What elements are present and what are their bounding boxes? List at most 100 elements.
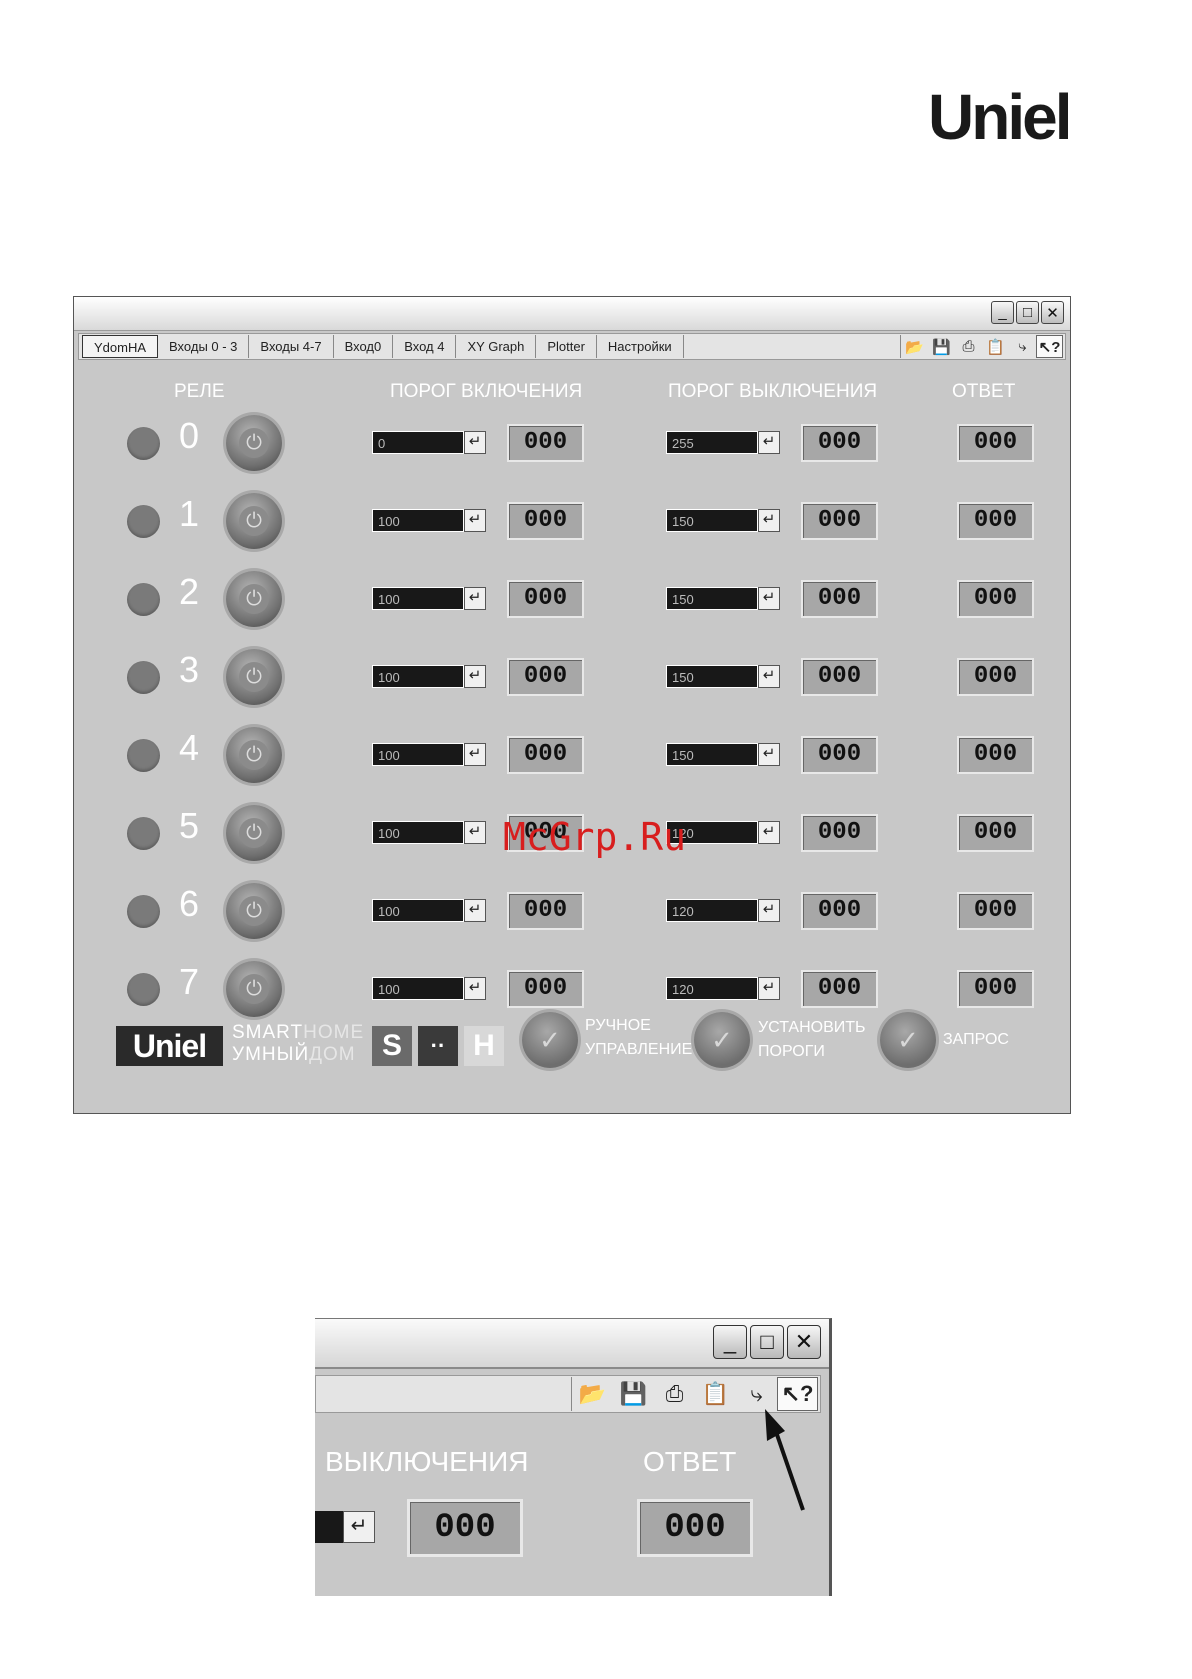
- off-threshold-input[interactable]: 120: [666, 899, 758, 922]
- relay-number: 0: [179, 415, 200, 456]
- set-thresholds-label: УСТАНОВИТЬ ПОРОГИ: [758, 1019, 866, 1060]
- on-threshold-display: 000: [507, 502, 584, 540]
- h-badge: H: [464, 1026, 504, 1066]
- on-threshold-input[interactable]: 100: [372, 665, 464, 688]
- title-bar: _ □ ✕: [74, 297, 1070, 331]
- on-threshold-input[interactable]: 100: [372, 743, 464, 766]
- open-folder-icon[interactable]: 📂: [901, 335, 928, 358]
- save-icon[interactable]: 💾: [928, 335, 955, 358]
- on-threshold-display: 000: [507, 424, 584, 462]
- enter-button[interactable]: ↵: [464, 977, 486, 1000]
- help-pointer-icon[interactable]: ↖?: [1036, 335, 1063, 358]
- on-threshold-input[interactable]: 100: [372, 899, 464, 922]
- power-icon: ⏻: [239, 584, 269, 614]
- relay-row: 0 ⏻ 0 ↵ 000 255 ↵ 000 000: [74, 413, 1070, 473]
- minimize-button[interactable]: _: [991, 301, 1014, 324]
- enter-button[interactable]: ↵: [758, 899, 780, 922]
- enter-button[interactable]: ↵: [758, 509, 780, 532]
- relay-row: 6 ⏻ 100 ↵ 000 120 ↵ 000 000: [74, 881, 1070, 941]
- relay-row: 4 ⏻ 100 ↵ 000 150 ↵ 000 000: [74, 725, 1070, 785]
- tab-xy-graph[interactable]: XY Graph: [456, 335, 537, 358]
- off-threshold-display: 000: [801, 424, 878, 462]
- print-icon[interactable]: ⎙: [955, 335, 982, 358]
- response-display: 000: [957, 736, 1034, 774]
- minimize-button[interactable]: _: [713, 1325, 747, 1359]
- maximize-button[interactable]: □: [1016, 301, 1039, 324]
- tab-inputs-0-3[interactable]: Входы 0 - 3: [158, 335, 250, 358]
- relay-row: 2 ⏻ 100 ↵ 000 150 ↵ 000 000: [74, 569, 1070, 629]
- enter-button[interactable]: ↵: [464, 431, 486, 454]
- on-threshold-input[interactable]: 100: [372, 821, 464, 844]
- on-threshold-input[interactable]: 0: [372, 431, 464, 454]
- off-threshold-input[interactable]: 150: [666, 587, 758, 610]
- tab-strip: YdomHA Входы 0 - 3 Входы 4-7 Вход0 Вход …: [82, 335, 684, 358]
- tab-plotter[interactable]: Plotter: [536, 335, 597, 358]
- close-button[interactable]: ✕: [1041, 301, 1064, 324]
- clipboard-icon[interactable]: 📋: [982, 335, 1009, 358]
- zoom-header-response: ОТВЕТ: [643, 1446, 737, 1477]
- tab-input-0[interactable]: Вход0: [334, 335, 394, 358]
- relay-number: 4: [179, 727, 200, 768]
- power-button[interactable]: ⏻: [226, 571, 282, 627]
- enter-button[interactable]: ↵: [464, 509, 486, 532]
- off-threshold-input[interactable]: 120: [666, 977, 758, 1000]
- zoom-threshold-input[interactable]: [315, 1511, 343, 1543]
- relay-row: 1 ⏻ 100 ↵ 000 150 ↵ 000 000: [74, 491, 1070, 551]
- print-icon[interactable]: ⎙: [654, 1377, 695, 1411]
- status-led: [127, 739, 160, 772]
- save-icon[interactable]: 💾: [613, 1377, 654, 1411]
- off-threshold-input[interactable]: 150: [666, 665, 758, 688]
- zoom-enter-button[interactable]: ↵: [343, 1511, 375, 1543]
- off-threshold-input[interactable]: 255: [666, 431, 758, 454]
- footer-bar: Uniel SMARTHOME УМНЫЙДОМ S ·· H ✓ РУЧНОЕ…: [74, 1002, 1070, 1082]
- relay-number: 3: [179, 649, 200, 690]
- arrow-icon: [765, 1409, 805, 1511]
- off-threshold-input[interactable]: 150: [666, 509, 758, 532]
- manual-control-button[interactable]: ✓: [522, 1012, 578, 1068]
- enter-button[interactable]: ↵: [758, 821, 780, 844]
- enter-button[interactable]: ↵: [464, 821, 486, 844]
- header-on-threshold: ПОРОГ ВКЛЮЧЕНИЯ: [390, 381, 583, 402]
- power-button[interactable]: ⏻: [226, 727, 282, 783]
- power-button[interactable]: ⏻: [226, 883, 282, 939]
- on-threshold-input[interactable]: 100: [372, 587, 464, 610]
- power-icon: ⏻: [239, 662, 269, 692]
- off-threshold-display: 000: [801, 814, 878, 852]
- close-button[interactable]: ✕: [787, 1325, 821, 1359]
- enter-button[interactable]: ↵: [758, 743, 780, 766]
- maximize-button[interactable]: □: [750, 1325, 784, 1359]
- set-thresholds-button[interactable]: ✓: [694, 1012, 750, 1068]
- clipboard-icon[interactable]: 📋: [695, 1377, 736, 1411]
- enter-button[interactable]: ↵: [758, 977, 780, 1000]
- on-threshold-input[interactable]: 100: [372, 509, 464, 532]
- enter-button[interactable]: ↵: [758, 665, 780, 688]
- power-icon: ⏻: [239, 818, 269, 848]
- tab-input-4[interactable]: Вход 4: [393, 335, 457, 358]
- check-icon: ✓: [711, 1024, 733, 1055]
- enter-button[interactable]: ↵: [464, 899, 486, 922]
- tab-inputs-4-7[interactable]: Входы 4-7: [249, 335, 334, 358]
- enter-button[interactable]: ↵: [758, 587, 780, 610]
- response-display: 000: [957, 580, 1034, 618]
- on-threshold-display: 000: [507, 736, 584, 774]
- power-button[interactable]: ⏻: [226, 649, 282, 705]
- header-off-threshold: ПОРОГ ВЫКЛЮЧЕНИЯ: [668, 381, 878, 402]
- enter-button[interactable]: ↵: [464, 665, 486, 688]
- on-threshold-input[interactable]: 100: [372, 977, 464, 1000]
- tab-ydomha[interactable]: YdomHA: [82, 335, 159, 358]
- power-button[interactable]: ⏻: [226, 805, 282, 861]
- tab-settings[interactable]: Настройки: [597, 335, 684, 358]
- power-button[interactable]: ⏻: [226, 415, 282, 471]
- enter-button[interactable]: ↵: [464, 587, 486, 610]
- smarthome-logo: SMARTHOME УМНЫЙДОМ: [232, 1022, 364, 1066]
- enter-button[interactable]: ↵: [758, 431, 780, 454]
- off-threshold-input[interactable]: 150: [666, 743, 758, 766]
- enter-button[interactable]: ↵: [464, 743, 486, 766]
- request-button[interactable]: ✓: [880, 1012, 936, 1068]
- power-button[interactable]: ⏻: [226, 493, 282, 549]
- connect-icon[interactable]: ⤷: [1009, 335, 1036, 358]
- open-folder-icon[interactable]: 📂: [572, 1377, 613, 1411]
- tool-icons: 📂 💾 ⎙ 📋 ⤷ ↖?: [900, 335, 1063, 358]
- power-icon: ⏻: [239, 974, 269, 1004]
- check-icon: ✓: [539, 1024, 561, 1055]
